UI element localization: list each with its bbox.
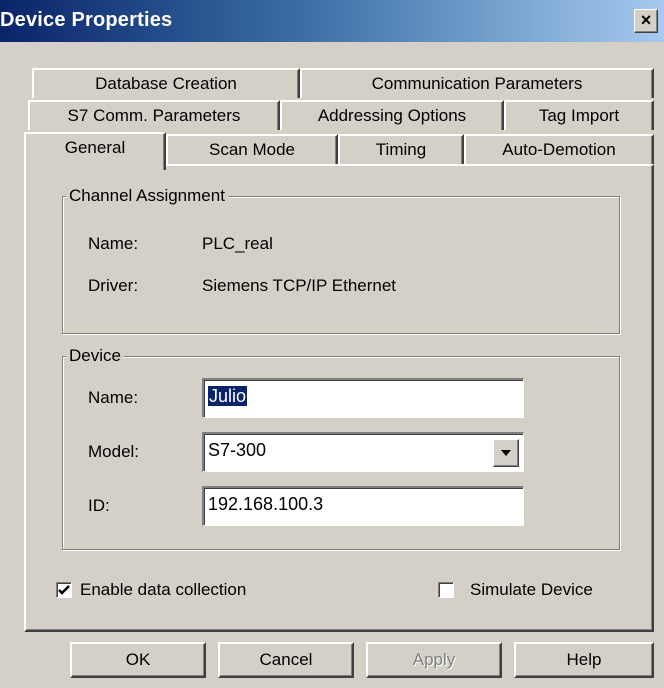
device-legend: Device (66, 346, 124, 366)
close-icon: × (640, 10, 652, 30)
ok-button[interactable]: OK (70, 642, 206, 678)
tab-general[interactable]: General (24, 132, 166, 170)
model-select[interactable]: S7-300 (202, 432, 524, 472)
channel-driver-label: Driver: (88, 276, 139, 295)
device-id-field[interactable]: 192.168.100.3 (202, 486, 524, 526)
device-id-value: 192.168.100.3 (208, 494, 324, 514)
enable-data-collection-label[interactable]: Enable data collection (80, 580, 246, 600)
tab-scan-mode[interactable]: Scan Mode (166, 134, 338, 164)
tab-auto-demotion[interactable]: Auto-Demotion (464, 134, 654, 164)
channel-name-label: Name: (88, 234, 139, 253)
tab-tag-import[interactable]: Tag Import (504, 100, 654, 130)
tab-communication-parameters[interactable]: Communication Parameters (300, 68, 654, 98)
channel-driver-value: Siemens TCP/IP Ethernet (202, 276, 397, 295)
device-name-field[interactable]: Julio (202, 378, 524, 418)
window-title: Device Properties (0, 9, 173, 31)
simulate-device-checkbox[interactable] (438, 582, 454, 598)
checkmark-icon (58, 585, 70, 595)
tab-s7-comm-parameters[interactable]: S7 Comm. Parameters (28, 100, 280, 130)
cancel-button[interactable]: Cancel (218, 642, 354, 678)
simulate-device-label[interactable]: Simulate Device (470, 580, 593, 600)
help-button[interactable]: Help (514, 642, 654, 678)
apply-button[interactable]: Apply (366, 642, 502, 678)
enable-data-collection-checkbox[interactable] (56, 582, 72, 598)
device-id-label: ID: (88, 496, 110, 515)
device-name-selected-text: Julio (208, 386, 248, 406)
close-button[interactable]: × (634, 9, 658, 33)
channel-assignment-legend: Channel Assignment (66, 186, 228, 206)
model-dropdown-button[interactable] (493, 439, 519, 467)
chevron-down-icon (501, 450, 511, 456)
tab-database-creation[interactable]: Database Creation (32, 68, 300, 98)
tab-timing[interactable]: Timing (338, 134, 464, 164)
general-tab-panel: Channel Assignment Name: PLC_real Driver… (24, 164, 654, 632)
tab-addressing-options[interactable]: Addressing Options (280, 100, 504, 130)
title-bar: Device Properties × (0, 0, 664, 42)
device-model-label: Model: (88, 442, 140, 461)
channel-name-value: PLC_real (202, 234, 273, 253)
channel-assignment-group (62, 196, 620, 334)
device-name-label: Name: (88, 388, 139, 407)
model-select-value: S7-300 (208, 440, 267, 460)
